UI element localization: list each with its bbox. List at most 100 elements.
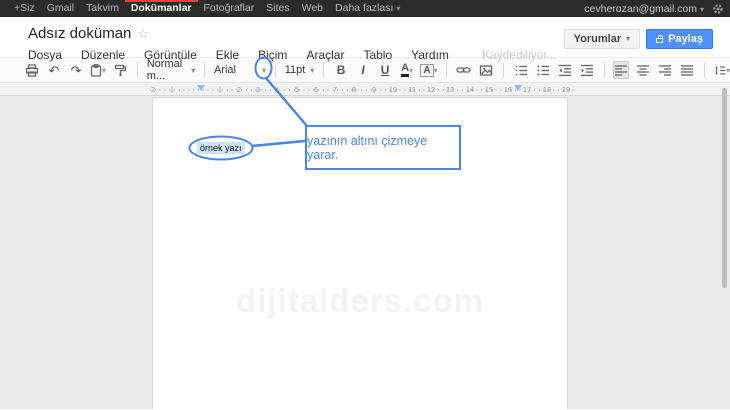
ruler-number-13: 12 [427,85,435,94]
share-button[interactable]: Paylaş [646,29,713,49]
ruler-number-19: 18 [543,85,551,94]
topbar-more-menu[interactable]: Daha fazlası ▾ [329,0,406,17]
font-size-dropdown[interactable]: 11pt ▾ [285,64,315,76]
chevron-down-icon: ▾ [626,33,630,45]
toolbar-separator [275,63,276,78]
ruler-number-8: 7 [333,85,337,94]
line-spacing-button[interactable]: ▾ [714,61,730,79]
ruler-number-4: 3 [256,85,260,94]
underline-button[interactable]: U [377,61,393,79]
increase-indent-button[interactable] [579,61,595,79]
highlight-color-button[interactable]: A ▾ [421,61,437,79]
print-button[interactable] [24,61,40,79]
selected-document-text[interactable]: örnek yazı [197,142,245,154]
ruler-number-6: 5 [295,85,299,94]
ruler-number-20: 19 [562,85,570,94]
align-right-button[interactable] [657,61,673,79]
ruler-number-10: 9 [372,85,376,94]
chevron-down-icon: ▾ [409,66,413,75]
decrease-indent-button[interactable] [557,61,573,79]
chevron-down-icon: ▾ [434,66,438,75]
menu-item-6[interactable]: Tablo [363,48,392,62]
ruler-number-15: 14 [466,85,474,94]
doc-title[interactable]: Adsız doküman [28,25,131,42]
bulleted-list-button[interactable] [535,61,551,79]
chevron-down-icon: ▾ [700,5,704,14]
insert-link-button[interactable] [456,61,472,79]
ruler-number-0: 2 [151,85,155,94]
ruler-number-3: 2 [237,85,241,94]
chevron-down-icon: ▾ [262,66,266,75]
ruler: 2112345678910111213141516171819 [0,83,730,96]
menubar-items: Dosya Düzenle Görüntüle Ekle Biçim Araçlar Tab… [28,48,449,62]
star-icon[interactable]: ☆ [137,26,149,42]
bold-button[interactable]: B [333,61,349,79]
annotation-callout-box: yazının altını çizmeye yarar. [305,125,461,170]
topbar-link-0[interactable]: +Siz [8,0,41,17]
topbar-more-label: Daha fazlası [335,2,393,14]
document-canvas: dijitalders.com örnek yazı yazının altın… [0,96,730,409]
ruler-number-5: 4 [275,85,279,94]
vertical-scrollbar[interactable] [722,88,727,288]
toolbar-separator [323,63,324,78]
left-indent-marker[interactable] [197,85,205,91]
watermark-text: dijitalders.com [152,282,568,320]
chevron-down-icon: ▾ [310,66,314,75]
google-docs-app: +SizGmailTakvimDokümanlarFotoğraflarSite… [0,0,730,410]
menu-item-5[interactable]: Araçlar [306,48,344,62]
bold-icon: B [337,63,346,77]
topbar-link-5[interactable]: Sites [260,0,295,17]
undo-icon: ↶ [49,64,60,77]
gear-icon[interactable] [712,3,724,15]
align-center-button[interactable] [635,61,651,79]
share-button-label: Paylaş [668,33,703,45]
menu-item-4[interactable]: Biçim [258,48,287,62]
topbar-link-4[interactable]: Fotoğraflar [198,0,261,17]
annotation-callout-text: yazının altını çizmeye yarar. [307,134,459,162]
google-topbar: +SizGmailTakvimDokümanlarFotoğraflarSite… [0,0,730,17]
topbar-link-3[interactable]: Dokümanlar [125,0,198,17]
ruler-number-18: 17 [523,85,531,94]
chevron-down-icon: ▾ [726,66,730,75]
text-color-icon: A [401,63,409,77]
menubar: Dosya Düzenle Görüntüle Ekle Biçim Araçlar Tab… [28,48,730,62]
toolbar-separator [604,63,605,78]
menu-item-2[interactable]: Görüntüle [144,48,197,62]
ruler-number-12: 11 [408,85,416,94]
ruler-number-9: 8 [352,85,356,94]
undo-button[interactable]: ↶ [46,61,62,79]
chevron-down-icon: ▾ [191,66,195,75]
account-menu[interactable]: cevherozan@gmail.com ▾ [584,3,704,15]
paint-format-button[interactable] [112,61,128,79]
redo-button[interactable]: ↷ [68,61,84,79]
italic-icon: I [361,63,364,77]
justify-button[interactable] [679,61,695,79]
web-clipboard-button[interactable]: ▾ [90,61,106,79]
comments-button[interactable]: Yorumlar ▾ [564,29,641,49]
insert-image-button[interactable] [478,61,494,79]
ruler-number-11: 10 [389,85,397,94]
toolbar-separator [204,63,205,78]
topbar-link-2[interactable]: Takvim [80,0,125,17]
menu-item-1[interactable]: Düzenle [81,48,125,62]
comments-button-label: Yorumlar [574,33,621,45]
ruler-number-14: 13 [446,85,454,94]
font-dropdown[interactable]: Arial ▾ [214,64,266,76]
topbar-link-1[interactable]: Gmail [41,0,80,17]
numbered-list-button[interactable] [513,61,529,79]
topbar-link-6[interactable]: Web [296,0,329,17]
doc-header: Adsız doküman ☆ DosyaDüzenleGörüntüleEkl… [0,17,730,57]
font-value: Arial [214,64,236,76]
menu-item-7[interactable]: Yardım [411,48,449,62]
menu-item-0[interactable]: Dosya [28,48,62,62]
menu-item-3[interactable]: Ekle [216,48,239,62]
italic-button[interactable]: I [355,61,371,79]
text-color-button[interactable]: A ▾ [399,61,415,79]
chevron-down-icon: ▾ [102,66,106,75]
underline-icon: U [381,63,390,77]
right-indent-marker[interactable] [514,85,522,91]
ruler-number-2: 1 [218,85,222,94]
align-left-button[interactable] [613,61,629,79]
chevron-down-icon: ▾ [396,4,400,13]
ruler-number-1: 1 [170,85,174,94]
